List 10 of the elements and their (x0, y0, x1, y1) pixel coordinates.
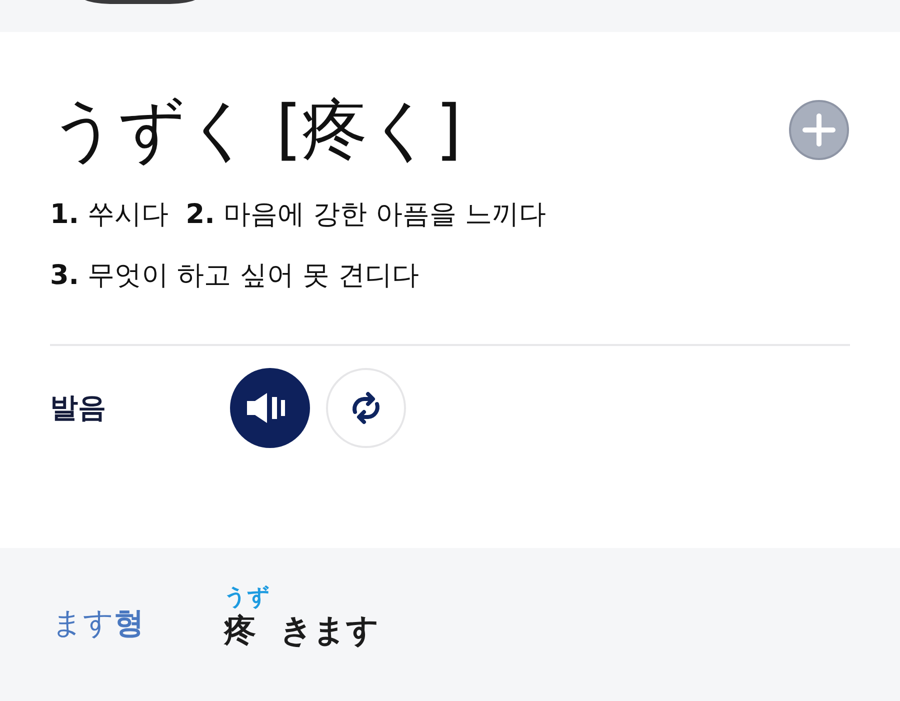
headword-kanji: [疼く] (276, 90, 462, 170)
kanji-text: 疼 (224, 610, 256, 652)
form-label: ます형 (52, 604, 144, 643)
furigana: うず (224, 586, 270, 610)
pronunciation-label: 발음 (50, 390, 107, 426)
okurigana: きます (280, 610, 379, 652)
headword: うずく (50, 90, 254, 170)
definition: 1. 쑤시다 2. 마음에 강한 아픔을 느끼다 (50, 199, 548, 232)
definition: 3. 무엇이 하고 싶어 못 견디다 (50, 260, 420, 292)
add-icon[interactable] (788, 98, 850, 161)
